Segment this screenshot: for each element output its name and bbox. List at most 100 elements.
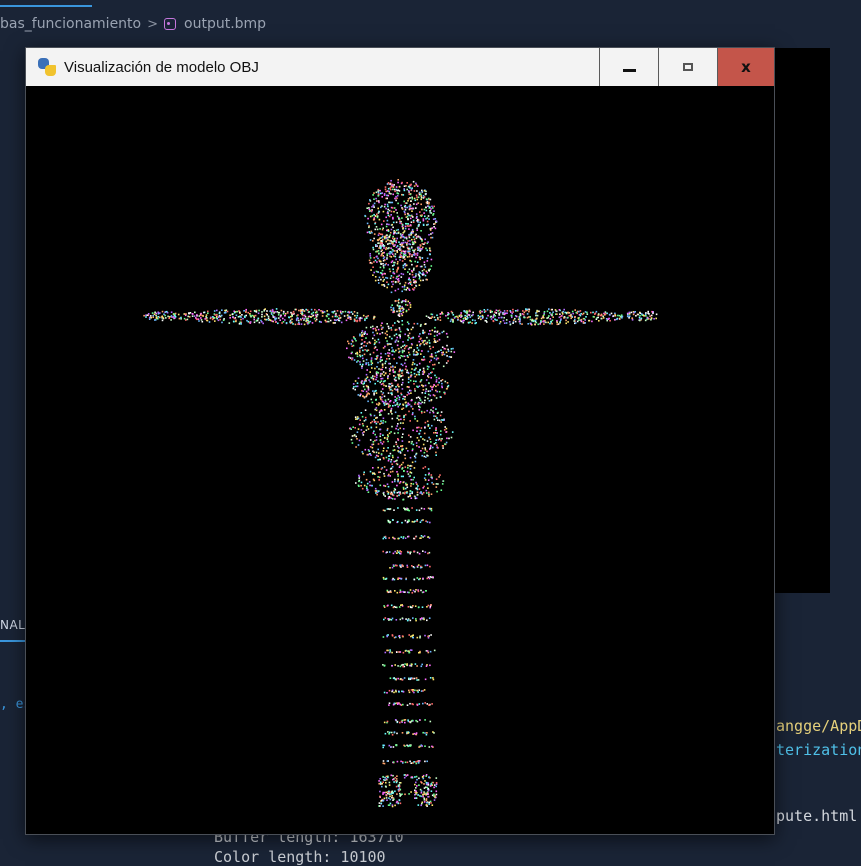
cloud-point — [407, 376, 410, 379]
cloud-point — [430, 604, 432, 606]
breadcrumb-folder[interactable]: bas_funcionamiento — [0, 16, 141, 32]
cloud-point — [386, 257, 388, 259]
cloud-point — [359, 419, 361, 421]
cloud-point — [432, 576, 434, 578]
cloud-point — [390, 247, 392, 249]
cloud-point — [431, 477, 433, 480]
cloud-point — [410, 374, 412, 377]
cloud-point — [604, 314, 606, 316]
cloud-point — [373, 420, 376, 423]
cloud-point — [440, 489, 443, 491]
cloud-point — [380, 254, 382, 257]
cloud-point — [423, 208, 426, 211]
cloud-point — [385, 360, 387, 363]
cloud-point — [407, 300, 409, 303]
cloud-point — [406, 470, 409, 473]
cloud-point — [409, 664, 411, 667]
cloud-point — [401, 181, 403, 184]
cloud-point — [431, 316, 433, 318]
cloud-point — [368, 208, 371, 211]
cloud-point — [382, 401, 385, 403]
maximize-button[interactable] — [658, 48, 717, 86]
cloud-point — [458, 315, 461, 317]
cloud-point — [402, 355, 404, 358]
panel-tab-terminal[interactable]: NAL — [0, 618, 25, 632]
terminal-raster-text: terization — [776, 741, 861, 759]
cloud-point — [394, 606, 397, 608]
minimize-button[interactable] — [599, 48, 658, 86]
cloud-point — [305, 319, 308, 322]
render-viewport[interactable] — [26, 86, 774, 834]
cloud-point — [398, 327, 401, 329]
breadcrumb-file[interactable]: output.bmp — [184, 16, 266, 32]
cloud-point — [397, 261, 399, 263]
cloud-point — [419, 191, 421, 194]
cloud-point — [380, 233, 382, 235]
cloud-point — [303, 323, 306, 326]
cloud-point — [384, 362, 386, 365]
cloud-point — [378, 247, 380, 249]
cloud-point — [373, 237, 375, 240]
cloud-point — [425, 198, 428, 200]
cloud-point — [416, 261, 419, 263]
cloud-point — [432, 218, 435, 220]
cloud-point — [400, 355, 402, 357]
cloud-point — [373, 261, 375, 263]
cloud-point — [429, 390, 432, 392]
cloud-point — [384, 188, 387, 191]
cloud-point — [379, 237, 381, 239]
cloud-point — [397, 665, 399, 667]
cloud-point — [390, 291, 393, 294]
cloud-point — [445, 441, 448, 444]
cloud-point — [295, 318, 298, 320]
cloud-point — [584, 311, 587, 313]
cloud-point — [498, 316, 500, 319]
cloud-point — [389, 386, 392, 388]
cloud-point — [205, 314, 208, 316]
cloud-point — [428, 382, 430, 384]
cloud-point — [371, 446, 374, 449]
cloud-point — [370, 426, 373, 429]
cloud-point — [372, 390, 374, 392]
cloud-point — [416, 227, 418, 230]
cloud-point — [384, 259, 386, 261]
cloud-point — [335, 312, 337, 315]
cloud-point — [401, 208, 404, 210]
cloud-point — [653, 318, 655, 320]
cloud-point — [406, 206, 409, 209]
cloud-point — [436, 432, 438, 434]
cloud-point — [413, 252, 416, 255]
cloud-point — [379, 247, 382, 250]
cloud-point — [402, 239, 405, 242]
cloud-point — [414, 793, 416, 796]
cloud-point — [258, 309, 260, 312]
cloud-point — [309, 316, 312, 318]
cloud-point — [385, 577, 388, 580]
cloud-point — [390, 210, 393, 213]
cloud-point — [186, 318, 189, 321]
cloud-point — [417, 235, 420, 238]
cloud-point — [400, 242, 403, 244]
cloud-point — [510, 314, 513, 317]
cloud-point — [425, 379, 428, 381]
cloud-point — [412, 221, 415, 223]
cloud-point — [387, 392, 390, 394]
cloud-point — [384, 263, 386, 266]
window-titlebar[interactable]: Visualización de modelo OBJ x — [26, 48, 774, 86]
cloud-point — [418, 509, 421, 512]
cloud-point — [409, 702, 411, 705]
cloud-point — [397, 478, 399, 481]
cloud-point — [435, 379, 438, 381]
cloud-point — [441, 438, 443, 440]
cloud-point — [389, 798, 392, 801]
close-button[interactable]: x — [717, 48, 774, 86]
cloud-point — [427, 479, 430, 481]
cloud-point — [399, 253, 402, 256]
cloud-point — [426, 341, 429, 344]
cloud-point — [403, 744, 405, 747]
cloud-point — [292, 323, 294, 325]
cloud-point — [417, 353, 419, 355]
cloud-point — [397, 395, 399, 397]
cloud-point — [426, 650, 429, 652]
cloud-point — [410, 606, 412, 609]
